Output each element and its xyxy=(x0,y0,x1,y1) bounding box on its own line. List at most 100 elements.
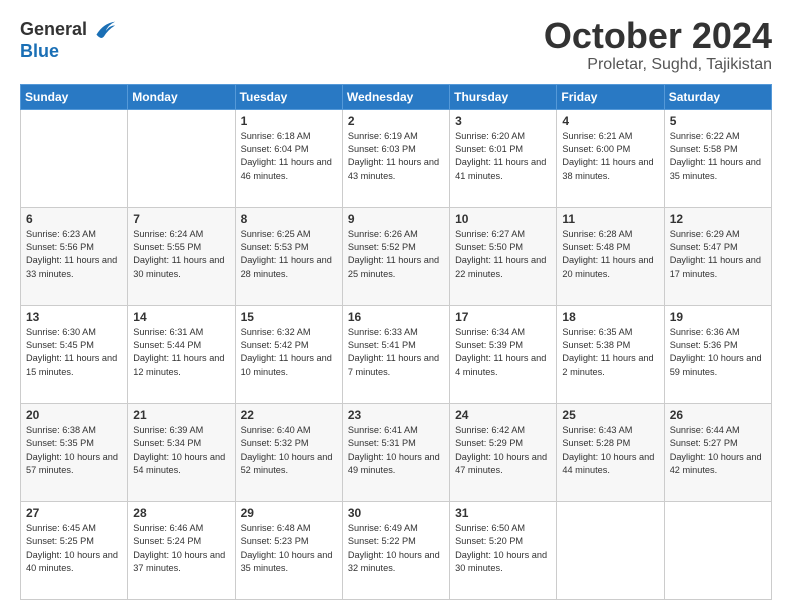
day-info: Sunrise: 6:26 AMSunset: 5:52 PMDaylight:… xyxy=(348,228,444,281)
day-info: Sunrise: 6:20 AMSunset: 6:01 PMDaylight:… xyxy=(455,130,551,183)
day-info: Sunrise: 6:18 AMSunset: 6:04 PMDaylight:… xyxy=(241,130,337,183)
calendar-cell: 1 Sunrise: 6:18 AMSunset: 6:04 PMDaylight… xyxy=(235,109,342,207)
day-number: 17 xyxy=(455,310,551,324)
weekday-header-saturday: Saturday xyxy=(664,84,771,109)
week-row-2: 6 Sunrise: 6:23 AMSunset: 5:56 PMDaylight… xyxy=(21,207,772,305)
day-info: Sunrise: 6:34 AMSunset: 5:39 PMDaylight:… xyxy=(455,326,551,379)
calendar-cell xyxy=(557,501,664,599)
day-number: 19 xyxy=(670,310,766,324)
calendar-cell: 22 Sunrise: 6:40 AMSunset: 5:32 PMDayligh… xyxy=(235,403,342,501)
day-number: 22 xyxy=(241,408,337,422)
calendar-cell: 21 Sunrise: 6:39 AMSunset: 5:34 PMDayligh… xyxy=(128,403,235,501)
calendar-cell: 30 Sunrise: 6:49 AMSunset: 5:22 PMDayligh… xyxy=(342,501,449,599)
day-number: 5 xyxy=(670,114,766,128)
logo: General Blue xyxy=(20,16,117,60)
calendar-cell xyxy=(21,109,128,207)
day-number: 24 xyxy=(455,408,551,422)
day-info: Sunrise: 6:24 AMSunset: 5:55 PMDaylight:… xyxy=(133,228,229,281)
location: Proletar, Sughd, Tajikistan xyxy=(544,56,772,74)
day-number: 27 xyxy=(26,506,122,520)
page: General Blue October 2024 Proletar, Sugh… xyxy=(0,0,792,612)
day-info: Sunrise: 6:42 AMSunset: 5:29 PMDaylight:… xyxy=(455,424,551,477)
day-number: 12 xyxy=(670,212,766,226)
day-info: Sunrise: 6:48 AMSunset: 5:23 PMDaylight:… xyxy=(241,522,337,575)
day-info: Sunrise: 6:40 AMSunset: 5:32 PMDaylight:… xyxy=(241,424,337,477)
weekday-header-friday: Friday xyxy=(557,84,664,109)
day-number: 23 xyxy=(348,408,444,422)
calendar-cell xyxy=(128,109,235,207)
day-number: 21 xyxy=(133,408,229,422)
day-number: 13 xyxy=(26,310,122,324)
calendar-cell: 3 Sunrise: 6:20 AMSunset: 6:01 PMDaylight… xyxy=(450,109,557,207)
day-number: 26 xyxy=(670,408,766,422)
calendar-cell: 4 Sunrise: 6:21 AMSunset: 6:00 PMDaylight… xyxy=(557,109,664,207)
weekday-header-wednesday: Wednesday xyxy=(342,84,449,109)
day-info: Sunrise: 6:46 AMSunset: 5:24 PMDaylight:… xyxy=(133,522,229,575)
day-info: Sunrise: 6:33 AMSunset: 5:41 PMDaylight:… xyxy=(348,326,444,379)
day-info: Sunrise: 6:39 AMSunset: 5:34 PMDaylight:… xyxy=(133,424,229,477)
logo-blue: Blue xyxy=(20,42,117,60)
day-info: Sunrise: 6:28 AMSunset: 5:48 PMDaylight:… xyxy=(562,228,658,281)
header: General Blue October 2024 Proletar, Sugh… xyxy=(20,16,772,74)
day-number: 28 xyxy=(133,506,229,520)
day-number: 8 xyxy=(241,212,337,226)
week-row-1: 1 Sunrise: 6:18 AMSunset: 6:04 PMDaylight… xyxy=(21,109,772,207)
day-info: Sunrise: 6:35 AMSunset: 5:38 PMDaylight:… xyxy=(562,326,658,379)
week-row-3: 13 Sunrise: 6:30 AMSunset: 5:45 PMDayligh… xyxy=(21,305,772,403)
day-info: Sunrise: 6:27 AMSunset: 5:50 PMDaylight:… xyxy=(455,228,551,281)
weekday-header-monday: Monday xyxy=(128,84,235,109)
day-number: 2 xyxy=(348,114,444,128)
day-number: 9 xyxy=(348,212,444,226)
day-number: 16 xyxy=(348,310,444,324)
day-number: 11 xyxy=(562,212,658,226)
calendar-cell: 15 Sunrise: 6:32 AMSunset: 5:42 PMDayligh… xyxy=(235,305,342,403)
calendar-cell: 24 Sunrise: 6:42 AMSunset: 5:29 PMDayligh… xyxy=(450,403,557,501)
day-number: 15 xyxy=(241,310,337,324)
calendar-cell: 12Sunrise: 6:29 AMSunset: 5:47 PMDayligh… xyxy=(664,207,771,305)
day-info: Sunrise: 6:30 AMSunset: 5:45 PMDaylight:… xyxy=(26,326,122,379)
day-number: 14 xyxy=(133,310,229,324)
day-number: 20 xyxy=(26,408,122,422)
weekday-header-tuesday: Tuesday xyxy=(235,84,342,109)
day-info: Sunrise: 6:44 AMSunset: 5:27 PMDaylight:… xyxy=(670,424,766,477)
calendar-cell: 28 Sunrise: 6:46 AMSunset: 5:24 PMDayligh… xyxy=(128,501,235,599)
weekday-header-row: SundayMondayTuesdayWednesdayThursdayFrid… xyxy=(21,84,772,109)
day-number: 31 xyxy=(455,506,551,520)
calendar-cell: 18 Sunrise: 6:35 AMSunset: 5:38 PMDayligh… xyxy=(557,305,664,403)
day-info: Sunrise: 6:41 AMSunset: 5:31 PMDaylight:… xyxy=(348,424,444,477)
day-info: Sunrise: 6:36 AMSunset: 5:36 PMDaylight:… xyxy=(670,326,766,379)
day-info: Sunrise: 6:23 AMSunset: 5:56 PMDaylight:… xyxy=(26,228,122,281)
day-number: 6 xyxy=(26,212,122,226)
day-info: Sunrise: 6:49 AMSunset: 5:22 PMDaylight:… xyxy=(348,522,444,575)
calendar-cell: 11 Sunrise: 6:28 AMSunset: 5:48 PMDayligh… xyxy=(557,207,664,305)
logo-text: General xyxy=(20,19,87,41)
calendar-cell: 13 Sunrise: 6:30 AMSunset: 5:45 PMDayligh… xyxy=(21,305,128,403)
calendar-cell: 26 Sunrise: 6:44 AMSunset: 5:27 PMDayligh… xyxy=(664,403,771,501)
title-block: October 2024 Proletar, Sughd, Tajikistan xyxy=(544,16,772,74)
day-info: Sunrise: 6:50 AMSunset: 5:20 PMDaylight:… xyxy=(455,522,551,575)
calendar-cell: 25Sunrise: 6:43 AMSunset: 5:28 PMDayligh… xyxy=(557,403,664,501)
day-info: Sunrise: 6:22 AMSunset: 5:58 PMDaylight:… xyxy=(670,130,766,183)
day-number: 18 xyxy=(562,310,658,324)
calendar-cell: 27Sunrise: 6:45 AMSunset: 5:25 PMDayligh… xyxy=(21,501,128,599)
day-number: 29 xyxy=(241,506,337,520)
day-number: 10 xyxy=(455,212,551,226)
day-info: Sunrise: 6:19 AMSunset: 6:03 PMDaylight:… xyxy=(348,130,444,183)
calendar-cell xyxy=(664,501,771,599)
day-info: Sunrise: 6:31 AMSunset: 5:44 PMDaylight:… xyxy=(133,326,229,379)
day-info: Sunrise: 6:21 AMSunset: 6:00 PMDaylight:… xyxy=(562,130,658,183)
calendar-cell: 6 Sunrise: 6:23 AMSunset: 5:56 PMDaylight… xyxy=(21,207,128,305)
day-number: 3 xyxy=(455,114,551,128)
day-number: 30 xyxy=(348,506,444,520)
day-info: Sunrise: 6:25 AMSunset: 5:53 PMDaylight:… xyxy=(241,228,337,281)
calendar-table: SundayMondayTuesdayWednesdayThursdayFrid… xyxy=(20,84,772,600)
weekday-header-thursday: Thursday xyxy=(450,84,557,109)
day-info: Sunrise: 6:38 AMSunset: 5:35 PMDaylight:… xyxy=(26,424,122,477)
calendar-cell: 31 Sunrise: 6:50 AMSunset: 5:20 PMDayligh… xyxy=(450,501,557,599)
day-number: 4 xyxy=(562,114,658,128)
day-info: Sunrise: 6:32 AMSunset: 5:42 PMDaylight:… xyxy=(241,326,337,379)
day-number: 1 xyxy=(241,114,337,128)
calendar-cell: 29 Sunrise: 6:48 AMSunset: 5:23 PMDayligh… xyxy=(235,501,342,599)
calendar-cell: 5 Sunrise: 6:22 AMSunset: 5:58 PMDaylight… xyxy=(664,109,771,207)
calendar-cell: 9 Sunrise: 6:26 AMSunset: 5:52 PMDaylight… xyxy=(342,207,449,305)
